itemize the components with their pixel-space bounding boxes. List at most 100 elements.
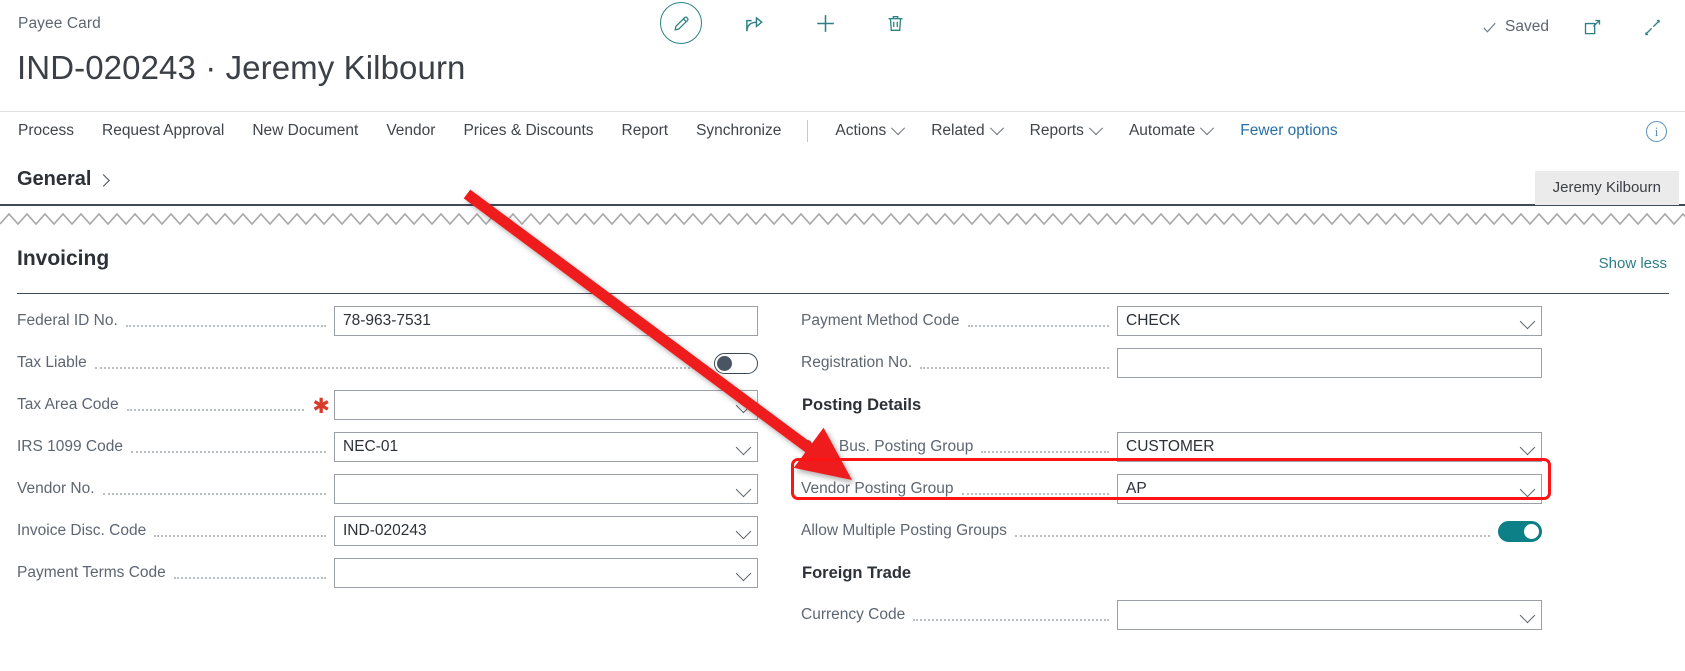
input-value: CHECK: [1126, 312, 1181, 329]
dotted-leader: [961, 493, 1109, 495]
menu-item-actions[interactable]: Actions: [835, 121, 906, 140]
menu-item-reports[interactable]: Reports: [1029, 121, 1104, 140]
menu-item-synchronize[interactable]: Synchronize: [696, 122, 781, 140]
field-control-gen-bus-posting-group: CUSTOMER: [1117, 432, 1542, 462]
chevron-down-icon[interactable]: [735, 439, 752, 456]
menu-item-fewer-options[interactable]: Fewer options: [1240, 122, 1337, 140]
field-control-vendor-no: [334, 474, 758, 504]
field-label-gen-bus-posting-group: Gen. Bus. Posting Group: [801, 438, 974, 455]
form-row-irs-1099-code: IRS 1099 Code NEC-01: [17, 426, 758, 468]
field-label-vendor-no: Vendor No.: [17, 480, 95, 497]
dotted-leader: [1014, 535, 1490, 537]
dotted-leader: [154, 535, 326, 537]
toggle-knob: [1524, 523, 1539, 539]
menu-separator: [807, 120, 809, 142]
form-row-federal-id-no: Federal ID No. 78-963-7531: [17, 300, 758, 342]
menu-item-automate[interactable]: Automate: [1129, 121, 1215, 140]
input-vendor-posting-group[interactable]: AP: [1117, 474, 1542, 504]
subheading-posting-details: Posting Details: [802, 395, 922, 414]
field-label-currency-code: Currency Code: [801, 606, 906, 623]
field-label-registration-no: Registration No.: [801, 354, 913, 371]
dotted-leader: [967, 325, 1109, 327]
input-payment-terms-code[interactable]: [334, 558, 758, 588]
dotted-leader: [94, 367, 706, 369]
chevron-down-icon[interactable]: [735, 481, 752, 498]
tab-general-label: General: [17, 168, 92, 190]
menu-item-request-approval[interactable]: Request Approval: [102, 122, 224, 140]
dotted-leader: [126, 409, 305, 411]
field-control-tax-area-code: [334, 390, 758, 420]
collapse-icon[interactable]: [1635, 10, 1669, 44]
chevron-down-icon: [1088, 121, 1104, 136]
menu-item-label: Fewer options: [1240, 122, 1338, 139]
section-divider: [17, 293, 1669, 294]
menu-item-label: Reports: [1029, 122, 1084, 139]
dotted-leader: [981, 451, 1109, 453]
check-icon: [1483, 22, 1496, 33]
info-icon[interactable]: i: [1646, 121, 1667, 142]
form-row-registration-no: Registration No.: [801, 342, 1542, 384]
input-payment-method-code[interactable]: CHECK: [1117, 306, 1542, 336]
record-name-tab[interactable]: Jeremy Kilbourn: [1534, 171, 1679, 205]
new-icon[interactable]: [808, 6, 842, 40]
chevron-down-icon[interactable]: [1519, 439, 1536, 456]
field-label-tax-liable: Tax Liable: [17, 354, 87, 371]
field-control-payment-method-code: CHECK: [1117, 306, 1542, 336]
menu-item-related[interactable]: Related: [931, 121, 1004, 140]
field-control-vendor-posting-group: AP: [1117, 474, 1542, 504]
edit-icon[interactable]: [660, 2, 702, 44]
share-icon[interactable]: [738, 6, 772, 40]
top-right-group: Saved: [1481, 10, 1669, 44]
dotted-leader: [102, 493, 326, 495]
input-invoice-disc-code[interactable]: IND-020243: [334, 516, 758, 546]
delete-icon[interactable]: [878, 6, 912, 40]
toggle-tax-liable[interactable]: [714, 352, 758, 374]
form-row-allow-multiple-posting-groups: Allow Multiple Posting Groups: [801, 510, 1542, 552]
form-row-payment-terms-code: Payment Terms Code: [17, 552, 758, 594]
subheading-foreign-trade: Foreign Trade: [802, 563, 912, 582]
field-control-registration-no: [1117, 348, 1542, 378]
menu-item-prices-discounts[interactable]: Prices & Discounts: [463, 122, 593, 140]
dotted-leader: [920, 367, 1109, 369]
top-bar: Payee Card Saved: [0, 0, 1685, 52]
chevron-down-icon: [1200, 121, 1215, 136]
menu-item-vendor[interactable]: Vendor: [386, 122, 435, 140]
chevron-down-icon[interactable]: [735, 523, 752, 540]
chevron-down-icon[interactable]: [1519, 481, 1536, 498]
input-value: IND-020243: [343, 522, 427, 539]
input-irs-1099-code[interactable]: NEC-01: [334, 432, 758, 462]
open-in-new-window-icon[interactable]: [1575, 10, 1609, 44]
section-title-invoicing: Invoicing: [17, 247, 110, 270]
menu-item-process[interactable]: Process: [18, 122, 74, 140]
form-row-tax-area-code: Tax Area Code ✱: [17, 384, 758, 426]
input-vendor-no[interactable]: [334, 474, 758, 504]
field-control-allow-multiple-posting-groups: [1498, 520, 1542, 542]
menu-item-label: Synchronize: [696, 122, 782, 139]
app-root: Payee Card Saved IND-020243 · Jeremy Kil…: [0, 0, 1685, 671]
field-control-payment-terms-code: [334, 558, 758, 588]
tab-general[interactable]: General: [17, 168, 111, 191]
chevron-down-icon[interactable]: [1519, 313, 1536, 330]
input-registration-no[interactable]: [1117, 348, 1542, 378]
show-less-link[interactable]: Show less: [1599, 255, 1667, 272]
chevron-right-icon: [97, 173, 111, 187]
input-gen-bus-posting-group[interactable]: CUSTOMER: [1117, 432, 1542, 462]
input-tax-area-code[interactable]: [334, 390, 758, 420]
menu-item-label: Vendor: [386, 122, 436, 139]
chevron-down-icon[interactable]: [1519, 607, 1536, 624]
chevron-down-icon[interactable]: [735, 397, 752, 414]
chevron-down-icon[interactable]: [735, 565, 752, 582]
form-row-payment-method-code: Payment Method Code CHECK: [801, 300, 1542, 342]
field-control-federal-id-no: 78-963-7531: [334, 306, 758, 336]
input-federal-id-no[interactable]: 78-963-7531: [334, 306, 758, 336]
general-tab-row: General Jeremy Kilbourn: [0, 162, 1685, 206]
toggle-allow-multiple-posting-groups[interactable]: [1498, 520, 1542, 542]
menu-item-new-document[interactable]: New Document: [252, 122, 358, 140]
form-row-currency-code: Currency Code: [801, 594, 1542, 636]
dotted-leader: [913, 619, 1109, 621]
input-value: NEC-01: [343, 438, 399, 455]
menu-item-report[interactable]: Report: [622, 122, 669, 140]
dotted-leader: [131, 451, 326, 453]
field-label-payment-method-code: Payment Method Code: [801, 312, 960, 329]
input-currency-code[interactable]: [1117, 600, 1542, 630]
